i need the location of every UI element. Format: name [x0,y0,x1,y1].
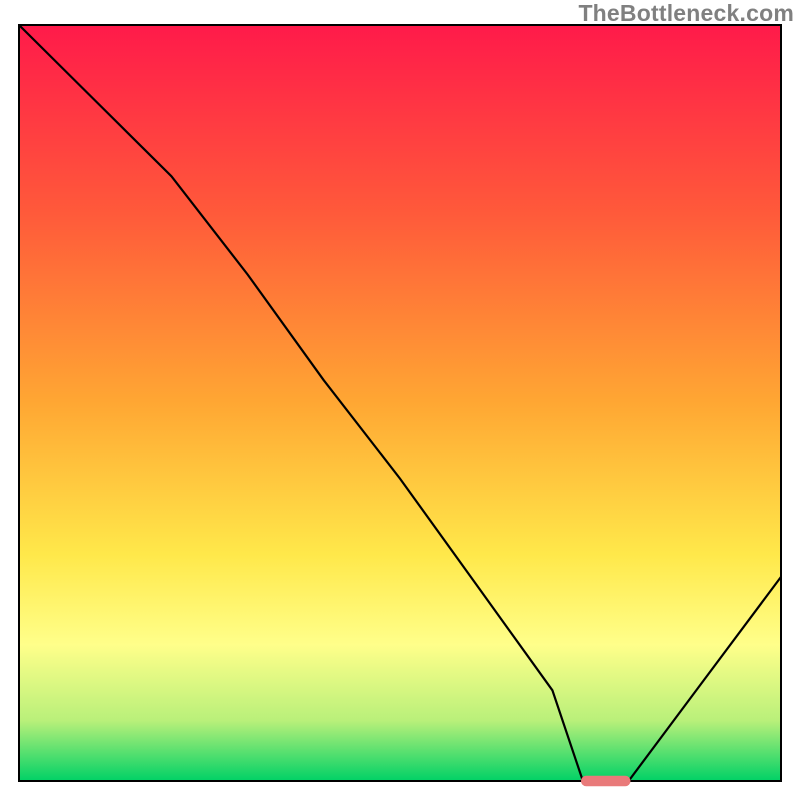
optimal-marker [581,776,631,787]
watermark-text: TheBottleneck.com [578,0,794,27]
bottleneck-chart [0,0,800,800]
chart-container: TheBottleneck.com [0,0,800,800]
